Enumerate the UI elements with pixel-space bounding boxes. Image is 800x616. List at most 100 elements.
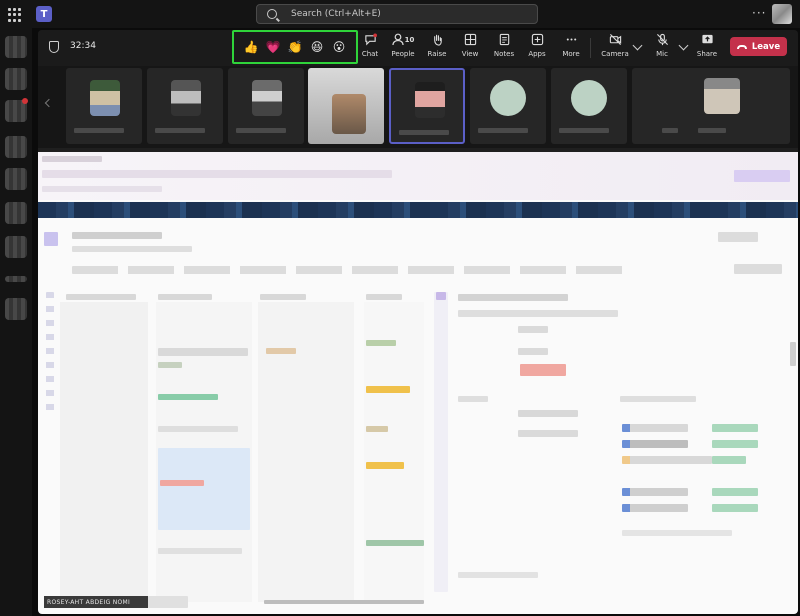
- left-rail: [0, 28, 32, 616]
- participant-tile[interactable]: [686, 68, 790, 144]
- participant-video: [332, 94, 366, 134]
- shared-content-block: [44, 232, 58, 246]
- view-layout-icon: [464, 33, 476, 46]
- toolbar-divider: [590, 38, 591, 58]
- participant-name: [698, 128, 726, 133]
- card-tag: [158, 394, 218, 400]
- notes-button[interactable]: Notes: [492, 33, 516, 63]
- chevron-left-icon[interactable]: [44, 98, 54, 108]
- participant-tile[interactable]: [66, 68, 142, 144]
- rail-calendar-icon[interactable]: [5, 136, 27, 158]
- participant-name: [559, 128, 609, 133]
- participant-avatar: [571, 80, 607, 116]
- participant-tile[interactable]: [551, 68, 627, 144]
- shared-nav-band: [38, 202, 798, 218]
- phone-hangup-icon: [736, 44, 747, 49]
- column-header: [158, 294, 212, 300]
- apps-button[interactable]: Apps: [526, 33, 548, 63]
- participant-avatar: [490, 80, 526, 116]
- chat-button[interactable]: Chat: [360, 33, 380, 63]
- shared-header-block: [42, 170, 392, 178]
- people-button[interactable]: 10 People: [390, 33, 416, 63]
- teams-logo-icon: T: [36, 6, 52, 22]
- reactions-bar: 👍 💗 👏 😆 😮: [232, 30, 358, 64]
- shared-sidebar: [46, 292, 54, 412]
- applause-reaction-icon[interactable]: 👏: [288, 40, 303, 54]
- people-count: 10: [404, 35, 415, 44]
- participant-name: [662, 128, 678, 133]
- like-reaction-icon[interactable]: 👍: [244, 40, 259, 54]
- detail-title: [458, 294, 568, 301]
- detail-list-row: [622, 440, 688, 448]
- more-button[interactable]: More: [560, 33, 582, 63]
- leave-button[interactable]: Leave: [730, 37, 787, 56]
- card-tag: [366, 386, 410, 393]
- rail-store-icon[interactable]: [5, 298, 27, 320]
- shared-content-block: [72, 266, 632, 274]
- user-avatar[interactable]: [772, 4, 792, 24]
- rail-chat-icon[interactable]: [5, 68, 27, 90]
- people-icon: [392, 33, 404, 46]
- participant-tile[interactable]: [147, 68, 223, 144]
- notes-icon: [499, 33, 509, 46]
- detail-list-row: [622, 456, 712, 464]
- participant-name: [399, 130, 449, 135]
- raise-hand-icon: [433, 34, 442, 46]
- share-screen-icon: [701, 34, 713, 44]
- shared-screen: ROSEY-AHT ABDEIG NOMI: [38, 152, 798, 614]
- app-launcher-icon[interactable]: [8, 8, 22, 22]
- detail-field: [458, 572, 538, 578]
- title-bar: T Search (Ctrl+Alt+E) ···: [0, 0, 800, 28]
- share-button[interactable]: Share: [696, 33, 718, 63]
- participant-tile[interactable]: [308, 68, 384, 144]
- detail-list-row: [622, 488, 688, 496]
- apps-plus-icon: [531, 33, 543, 46]
- participant-tile[interactable]: [470, 68, 546, 144]
- card-line: [158, 348, 248, 356]
- card-line: [158, 548, 242, 554]
- surprised-reaction-icon[interactable]: 😮: [332, 40, 346, 54]
- presenter-label: ROSEY-AHT ABDEIG NOMI: [44, 596, 148, 608]
- participant-tile[interactable]: [228, 68, 304, 144]
- camera-options-chevron-icon[interactable]: [632, 40, 643, 51]
- card-tag: [366, 340, 396, 346]
- participant-video: [704, 78, 740, 114]
- board-column: [364, 302, 424, 602]
- column-header: [66, 294, 136, 300]
- more-options-icon[interactable]: ···: [752, 6, 766, 20]
- detail-field: [458, 396, 488, 402]
- column-header: [366, 294, 402, 300]
- rail-calls-icon[interactable]: [5, 168, 27, 190]
- participant-video: [415, 82, 445, 118]
- shield-icon[interactable]: [49, 41, 59, 53]
- rail-apps-icon[interactable]: [5, 236, 27, 258]
- shared-scrollbar[interactable]: [790, 342, 796, 366]
- shared-horizontal-scrollbar: [264, 600, 424, 604]
- participant-video: [171, 80, 201, 116]
- detail-list-status: [712, 424, 758, 432]
- detail-field: [518, 430, 578, 437]
- search-box[interactable]: Search (Ctrl+Alt+E): [256, 4, 538, 24]
- rail-activity-icon[interactable]: [5, 36, 27, 58]
- more-dots-icon: [566, 38, 576, 41]
- shared-header-block: [734, 170, 790, 182]
- laugh-reaction-icon[interactable]: 😆: [310, 40, 324, 54]
- mic-button[interactable]: Mic: [652, 33, 672, 63]
- mic-options-chevron-icon[interactable]: [678, 40, 689, 51]
- participant-name: [478, 128, 528, 133]
- detail-rail-icon: [436, 292, 446, 300]
- rail-more-icon[interactable]: [5, 276, 27, 282]
- participant-tile-active-speaker[interactable]: [389, 68, 465, 144]
- camera-off-icon: [609, 33, 621, 46]
- meeting-toolbar: 32:34 👍 💗 👏 😆 😮 Chat 10 People Raise Vie…: [38, 30, 798, 66]
- heart-reaction-icon[interactable]: 💗: [266, 40, 281, 54]
- raise-hand-button[interactable]: Raise: [426, 33, 448, 63]
- detail-list-status: [712, 456, 746, 464]
- rail-files-icon[interactable]: [5, 202, 27, 224]
- participant-video: [90, 80, 120, 116]
- shared-footer-block: [148, 596, 188, 608]
- camera-button[interactable]: Camera: [601, 33, 629, 63]
- detail-list-status: [712, 504, 758, 512]
- view-button[interactable]: View: [460, 33, 480, 63]
- participant-strip: [38, 66, 798, 148]
